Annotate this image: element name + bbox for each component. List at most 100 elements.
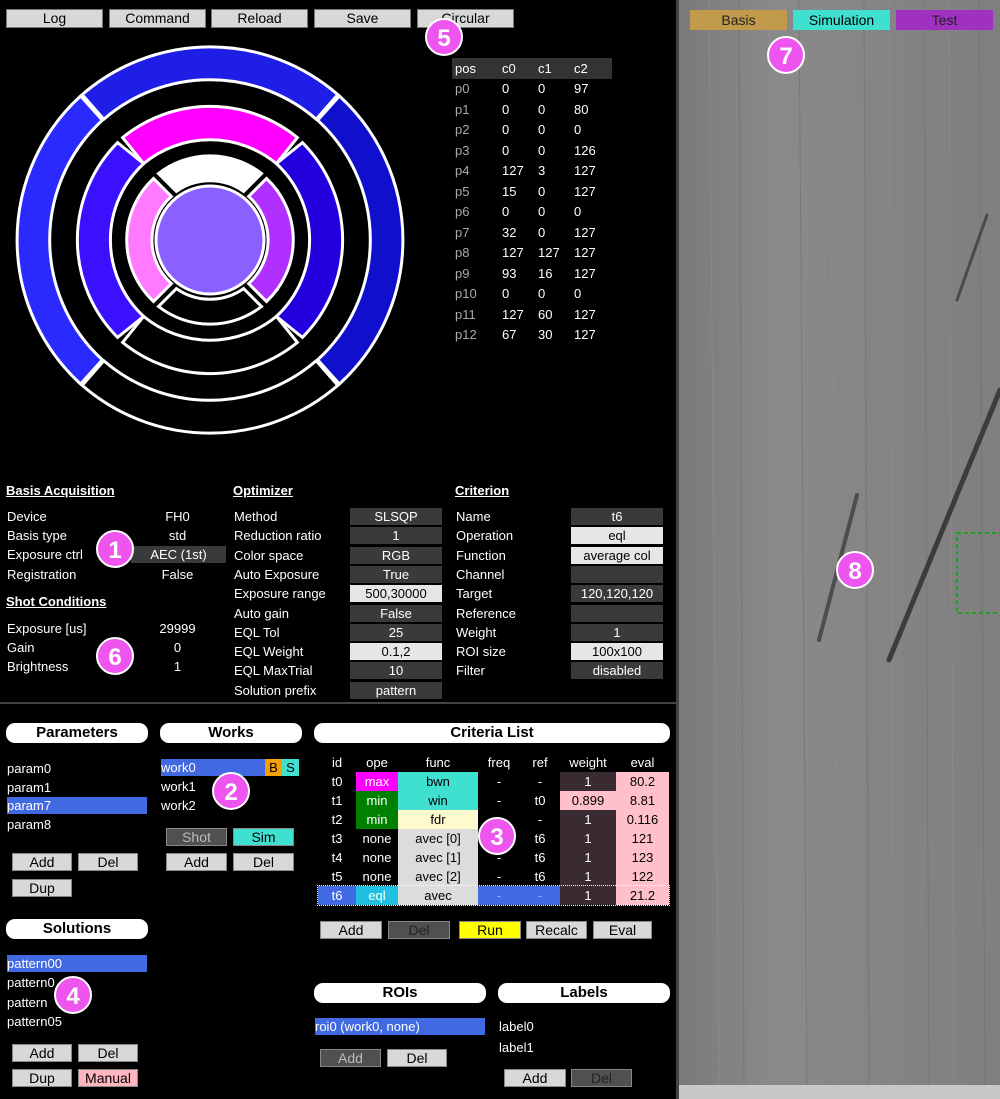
work-add-button[interactable]: Add: [166, 853, 227, 871]
param-dup-button[interactable]: Dup: [12, 879, 72, 897]
label-del-button[interactable]: Del: [571, 1069, 632, 1087]
criteria-row-selected[interactable]: t6 eql avec - - 1 21.2: [317, 885, 670, 906]
optimizer-value[interactable]: RGB: [350, 546, 442, 564]
param-del-button[interactable]: Del: [78, 853, 138, 871]
log-button[interactable]: Log: [6, 9, 103, 28]
pos-value-cell: 0: [538, 122, 546, 138]
eval-button[interactable]: Eval: [593, 921, 652, 939]
work-sim-flag[interactable]: S: [282, 759, 299, 776]
optimizer-value[interactable]: 500,30000: [350, 585, 442, 603]
roi-box[interactable]: [956, 532, 1000, 614]
shot-button[interactable]: Shot: [166, 828, 227, 846]
pos-header: pos: [455, 60, 476, 76]
tab-basis[interactable]: Basis: [690, 10, 787, 30]
optimizer-value[interactable]: SLSQP: [350, 508, 442, 525]
criteria-row[interactable]: t1 min win - t0 0.899 8.81: [318, 791, 669, 810]
optimizer-value[interactable]: 10: [350, 662, 442, 680]
criteria-func-cell: avec: [398, 886, 478, 905]
label-add-button[interactable]: Add: [504, 1069, 566, 1087]
roi-item-selected[interactable]: roi0 (work0, none): [315, 1018, 485, 1035]
pos-value-cell: 0: [574, 286, 582, 302]
registration-label: Registration: [7, 567, 77, 582]
save-button[interactable]: Save: [314, 9, 411, 28]
criterion-value[interactable]: 1: [571, 623, 663, 641]
solution-item[interactable]: pattern05: [7, 1013, 62, 1030]
optimizer-label: Solution prefix: [234, 682, 317, 698]
optimizer-value[interactable]: 0.1,2: [350, 643, 442, 661]
solution-item-selected[interactable]: pattern00: [7, 955, 147, 972]
param-add-button[interactable]: Add: [12, 853, 72, 871]
solution-item[interactable]: pattern0: [7, 974, 55, 991]
tab-simulation[interactable]: Simulation: [793, 10, 890, 30]
optimizer-value[interactable]: True: [350, 565, 442, 583]
optimizer-value[interactable]: 1: [350, 527, 442, 545]
circular-pattern[interactable]: [0, 40, 450, 450]
pos-value-cell: 0: [538, 183, 546, 199]
optimizer-value[interactable]: pattern: [350, 681, 442, 699]
criterion-value[interactable]: disabled: [571, 662, 663, 680]
basis-type-value: std: [168, 528, 187, 543]
roi-del-button[interactable]: Del: [387, 1049, 447, 1067]
device-value: FH0: [165, 509, 190, 524]
optimizer-label: Auto Exposure: [234, 566, 320, 582]
pos-row: p8 127 127 127: [452, 243, 612, 264]
criterion-label: Weight: [456, 624, 497, 640]
sim-button[interactable]: Sim: [233, 828, 294, 846]
solution-add-button[interactable]: Add: [12, 1044, 72, 1062]
pos-value-cell: 127: [538, 245, 560, 261]
manual-button[interactable]: Manual: [78, 1069, 138, 1087]
label-item[interactable]: label1: [499, 1039, 534, 1056]
param-item[interactable]: param8: [7, 816, 147, 833]
criteria-row[interactable]: t5 none avec [2] - t6 1 122: [318, 867, 669, 886]
criteria-ope-cell: max: [356, 772, 398, 791]
criterion-value[interactable]: 120,120,120: [571, 585, 663, 603]
work-item[interactable]: work2: [161, 797, 196, 814]
criteria-ref-cell: -: [537, 812, 543, 827]
criterion-value[interactable]: [571, 604, 663, 622]
param-item[interactable]: param1: [7, 779, 147, 796]
basis-acquisition-title: Basis Acquisition: [6, 483, 115, 498]
work-item-selected[interactable]: work0: [161, 759, 265, 776]
criterion-value[interactable]: t6: [571, 508, 663, 525]
reload-button[interactable]: Reload: [211, 9, 308, 28]
criteria-del-button[interactable]: Del: [388, 921, 450, 939]
solution-del-button[interactable]: Del: [78, 1044, 138, 1062]
criterion-value[interactable]: [571, 565, 663, 583]
work-del-button[interactable]: Del: [233, 853, 294, 871]
roi-add-button[interactable]: Add: [320, 1049, 381, 1067]
solution-item[interactable]: pattern: [7, 994, 47, 1011]
param-item-selected[interactable]: param7: [7, 797, 147, 814]
command-button[interactable]: Command: [109, 9, 206, 28]
c0-header: c0: [502, 60, 516, 76]
work-basis-flag[interactable]: B: [265, 759, 282, 776]
pos-value-cell: 127: [502, 245, 524, 261]
pos-row: p4 127 3 127: [452, 161, 612, 182]
criterion-value[interactable]: 100x100: [571, 643, 663, 661]
horizontal-scrollbar[interactable]: [679, 1085, 1000, 1099]
device-label: Device: [7, 509, 47, 524]
solution-dup-button[interactable]: Dup: [12, 1069, 72, 1087]
label-item[interactable]: label0: [499, 1018, 534, 1035]
work-item[interactable]: work1: [161, 778, 196, 795]
tab-test[interactable]: Test: [896, 10, 993, 30]
criteria-weight-cell: 1: [560, 772, 616, 791]
criterion-value[interactable]: average col: [571, 546, 663, 564]
recalc-button[interactable]: Recalc: [526, 921, 587, 939]
criteria-eval-cell: 21.2: [616, 886, 669, 905]
param-item[interactable]: param0: [7, 760, 147, 777]
criterion-label: Function: [456, 547, 506, 563]
criteria-id-cell: t0: [331, 774, 343, 789]
optimizer-label: EQL Weight: [234, 644, 304, 660]
criterion-value[interactable]: eql: [571, 527, 663, 545]
criteria-add-button[interactable]: Add: [320, 921, 382, 939]
freq-header: freq: [487, 754, 511, 770]
exposure-ctrl-select[interactable]: AEC (1st): [131, 546, 226, 563]
pos-value-cell: 3: [538, 163, 546, 179]
criteria-row[interactable]: t0 max bwn - - 1 80.2: [318, 772, 669, 791]
optimizer-value[interactable]: False: [350, 604, 442, 622]
run-button[interactable]: Run: [459, 921, 521, 939]
criteria-freq-cell: -: [496, 774, 502, 789]
pos-name-cell: p6: [455, 204, 470, 220]
optimizer-value[interactable]: 25: [350, 623, 442, 641]
image-view[interactable]: [679, 0, 1000, 1085]
